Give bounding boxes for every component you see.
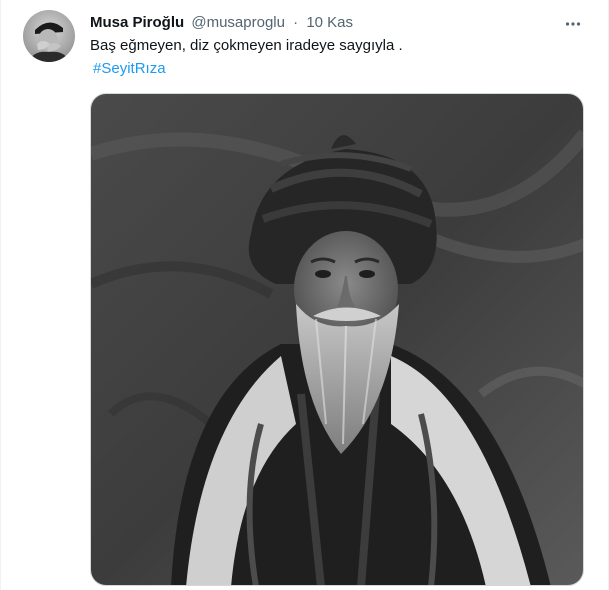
author-name[interactable]: Musa Piroğlu <box>90 14 184 31</box>
header-separator: · <box>293 14 299 31</box>
more-options-button[interactable] <box>559 10 587 38</box>
tweet-card[interactable]: Musa Piroğlu @musaproglu · 10 Kas Baş eğ… <box>1 0 609 590</box>
tweet-frame: Musa Piroğlu @musaproglu · 10 Kas Baş eğ… <box>0 0 609 590</box>
avatar[interactable] <box>23 10 75 62</box>
author-handle[interactable]: @musaproglu <box>191 14 285 31</box>
more-horizontal-icon <box>565 22 581 26</box>
avatar-photo <box>23 10 75 62</box>
tweet-photo[interactable] <box>90 93 584 586</box>
hashtag-link[interactable]: #SeyitRıza <box>93 59 166 79</box>
tweet-timestamp[interactable]: 10 Kas <box>306 14 353 31</box>
tweet-header: Musa Piroğlu @musaproglu · 10 Kas <box>90 13 570 33</box>
tweet-text: Baş eğmeyen, diz çokmeyen iradeye saygıy… <box>90 37 403 54</box>
portrait-photo <box>91 94 583 585</box>
